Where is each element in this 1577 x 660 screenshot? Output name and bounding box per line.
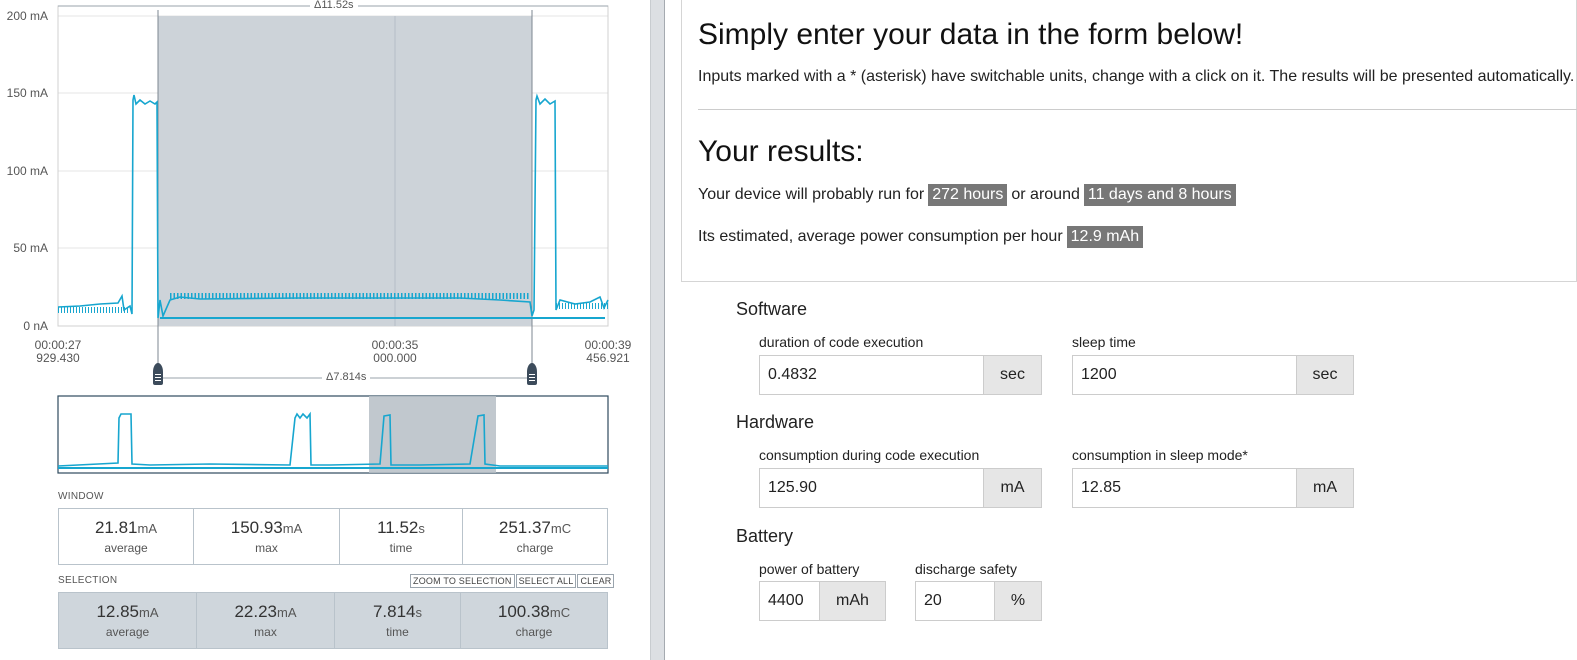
y-tick-label: 150 mA	[6, 86, 48, 100]
avg-consumption-result: Its estimated, average power consumption…	[698, 226, 1147, 248]
selection-stats: 12.85mA average 22.23mA max 7.814s time …	[58, 592, 608, 649]
selection-region[interactable]	[158, 16, 532, 326]
selection-start-handle[interactable]	[153, 363, 163, 385]
window-divider[interactable]	[650, 0, 665, 660]
window-stats: 21.81mA average 150.93mA max 11.52s time…	[58, 508, 608, 565]
minimap-frame[interactable]	[57, 395, 609, 474]
window-max-stat: 150.93mA max	[194, 509, 340, 564]
selection-average-stat: 12.85mA average	[59, 593, 197, 648]
exec-duration-unit: sec	[983, 356, 1041, 394]
selection-delta-label: Δ7.814s	[322, 371, 371, 383]
sleep-time-input[interactable]: 1200	[1073, 356, 1296, 394]
window-average-stat: 21.81mA average	[59, 509, 194, 564]
intro-text: Inputs marked with a * (asterisk) have s…	[698, 68, 1575, 85]
selection-charge-stat: 100.38mC charge	[497, 602, 571, 639]
zoom-to-selection-button[interactable]: ZOOM TO SELECTION	[410, 574, 515, 588]
runtime-hours-badge: 272 hours	[928, 184, 1008, 206]
y-tick-label: 100 mA	[6, 164, 48, 178]
divider-line	[698, 109, 1577, 110]
window-charge-stat: 251.37mC charge	[498, 518, 572, 555]
discharge-safety-input[interactable]: 20	[916, 582, 994, 620]
battery-group-title: Battery	[736, 526, 794, 546]
field-label: consumption in sleep mode*	[1072, 447, 1248, 463]
sleep-consumption-input[interactable]: 12.85	[1073, 469, 1296, 507]
selection-time-stat: 7.814s time	[335, 593, 461, 648]
field-label: power of battery	[759, 561, 860, 577]
y-tick-label: 50 mA	[13, 241, 48, 255]
runtime-days-badge: 11 days and 8 hours	[1083, 184, 1236, 206]
power-profiler-panel: 200 mA 150 mA 100 mA 50 mA 0 nA 00:00:27…	[0, 0, 650, 660]
battery-power-unit: mAh	[819, 582, 885, 620]
selection-end-handle[interactable]	[527, 363, 537, 385]
window-time-stat: 11.52s time	[340, 509, 463, 564]
selection-buttons: ZOOM TO SELECTION SELECT ALL CLEAR	[410, 574, 615, 588]
discharge-safety-unit: %	[994, 582, 1041, 620]
runtime-result: Your device will probably run for 272 ho…	[698, 184, 1240, 206]
y-tick-label: 200 mA	[6, 9, 48, 23]
results-heading: Your results:	[698, 135, 864, 168]
battery-power-input[interactable]: 4400	[760, 582, 819, 620]
select-all-button[interactable]: SELECT ALL	[515, 574, 577, 588]
selection-section-label: SELECTION	[58, 575, 118, 586]
exec-duration-field: 0.4832 sec	[759, 355, 1042, 395]
discharge-safety-field: 20 %	[915, 581, 1042, 621]
battery-power-field: 4400 mAh	[759, 581, 886, 621]
field-label: consumption during code execution	[759, 447, 980, 463]
field-label: sleep time	[1072, 334, 1136, 350]
exec-consumption-field: 125.90 mA	[759, 468, 1042, 508]
minimap-selection[interactable]	[369, 396, 496, 473]
sleep-time-field: 1200 sec	[1072, 355, 1354, 395]
field-label: duration of code execution	[759, 334, 924, 350]
page-title: Simply enter your data in the form below…	[698, 18, 1244, 51]
clear-selection-button[interactable]: CLEAR	[577, 574, 615, 588]
sleep-time-unit: sec	[1296, 356, 1353, 394]
y-tick-label: 0 nA	[23, 319, 48, 333]
software-group-title: Software	[736, 299, 808, 319]
field-label: discharge safety	[915, 561, 1017, 577]
window-section-label: WINDOW	[58, 491, 104, 502]
x-tick-label: 00:00:39 456.921	[584, 338, 632, 365]
exec-consumption-unit: mA	[983, 469, 1041, 507]
sleep-consumption-unit-toggle[interactable]: mA	[1296, 469, 1353, 507]
x-tick-label: 00:00:27 929.430	[34, 338, 82, 365]
window-delta-label: Δ11.52s	[310, 0, 358, 11]
current-chart[interactable]	[0, 0, 650, 480]
hardware-group-title: Hardware	[736, 412, 815, 432]
avg-consumption-badge: 12.9 mAh	[1066, 226, 1144, 248]
exec-duration-input[interactable]: 0.4832	[760, 356, 983, 394]
selection-max-stat: 22.23mA max	[197, 593, 335, 648]
exec-consumption-input[interactable]: 125.90	[760, 469, 983, 507]
battery-calculator-panel: Simply enter your data in the form below…	[665, 0, 1577, 660]
x-tick-label: 00:00:35 000.000	[371, 338, 419, 365]
sleep-consumption-field: 12.85 mA	[1072, 468, 1354, 508]
